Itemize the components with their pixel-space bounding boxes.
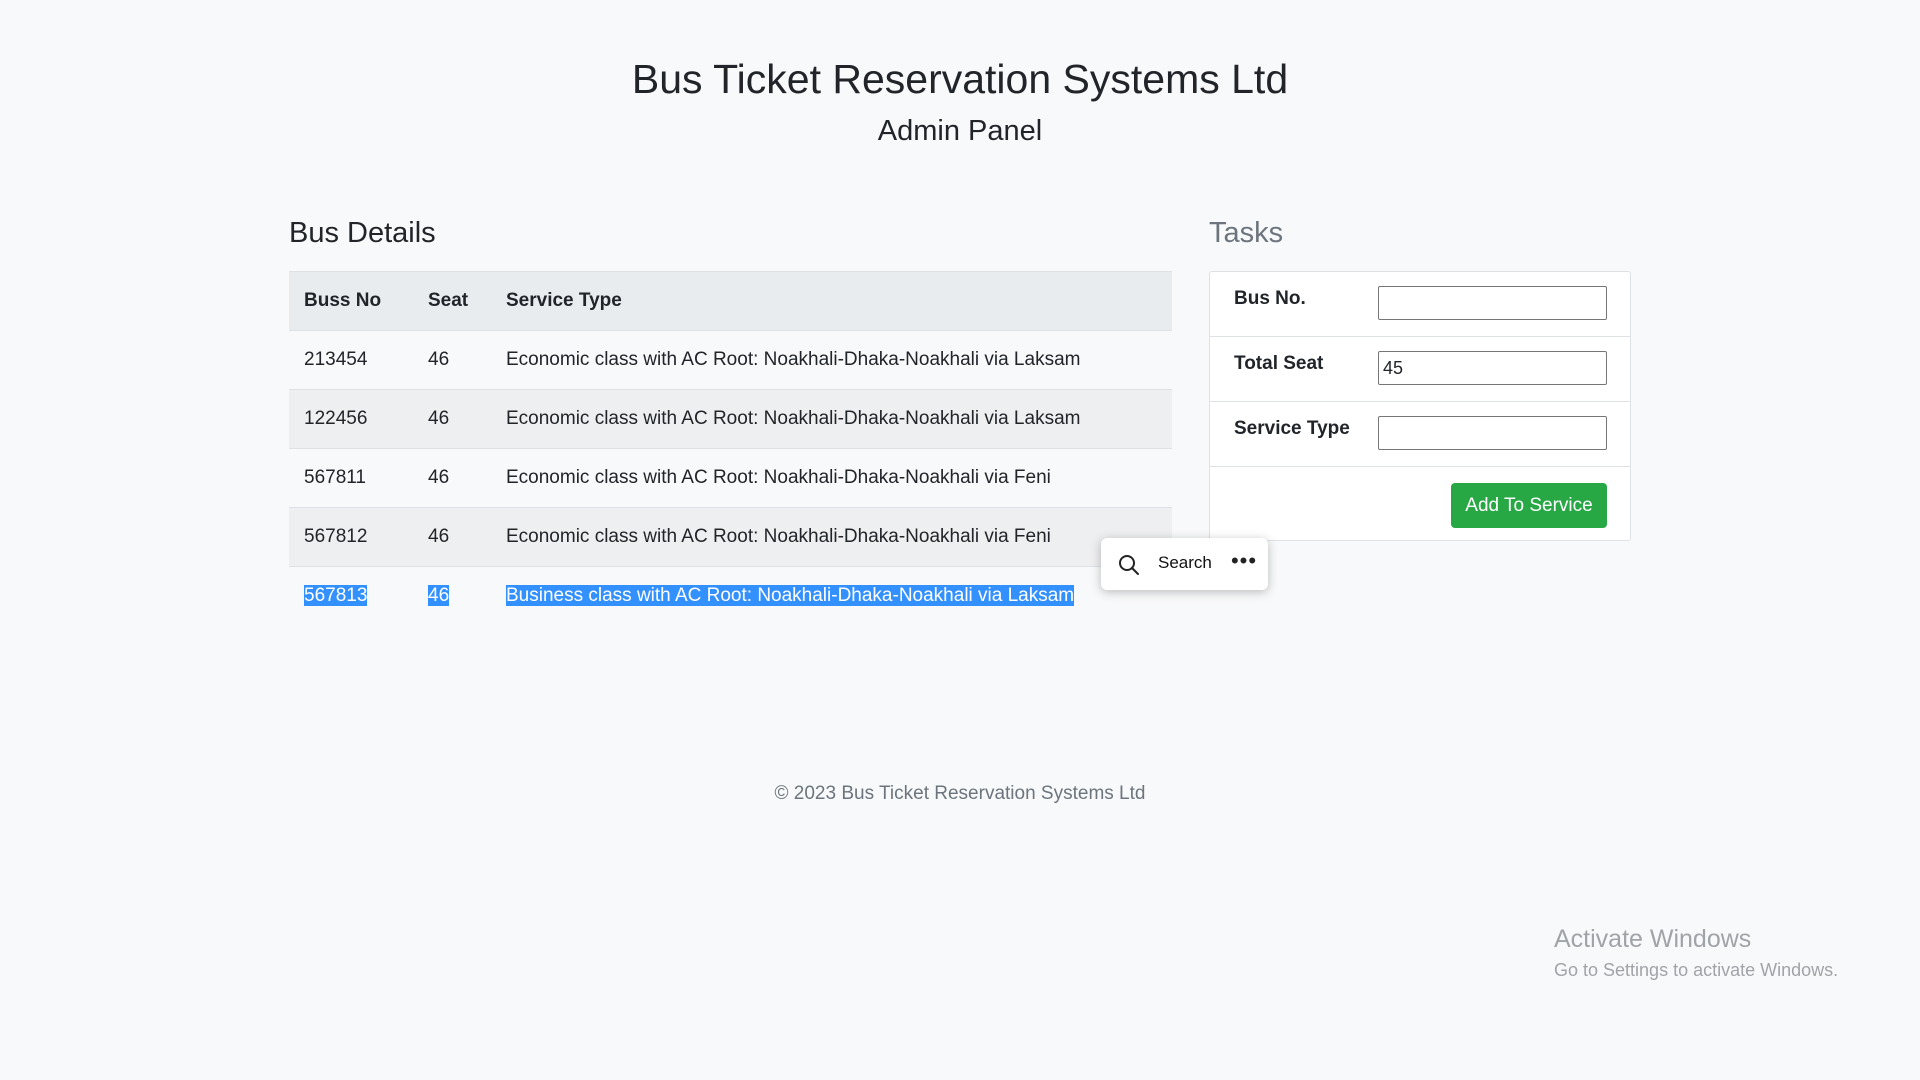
total-seat-input[interactable]: [1378, 351, 1607, 385]
cell-service-type: Economic class with AC Root: Noakhali-Dh…: [491, 448, 1172, 508]
cell-bus-no: 122456: [289, 389, 413, 449]
bus-no-input[interactable]: [1378, 286, 1607, 320]
table-row[interactable]: 213454 46 Economic class with AC Root: N…: [289, 330, 1172, 390]
cell-service-type: Economic class with AC Root: Noakhali-Dh…: [491, 330, 1172, 390]
watermark-title: Activate Windows: [1554, 925, 1752, 953]
cell-service-type: Economic class with AC Root: Noakhali-Dh…: [491, 389, 1172, 449]
column-header-bus-no: Buss No: [289, 271, 413, 331]
add-to-service-button[interactable]: Add To Service: [1451, 483, 1607, 528]
table-row-selected[interactable]: 567813 46 Business class with AC Root: N…: [289, 567, 1172, 626]
watermark-subtitle: Go to Settings to activate Windows.: [1554, 960, 1839, 980]
cell-seat: 46: [413, 448, 491, 508]
service-type-label: Service Type: [1234, 418, 1350, 439]
cell-seat: 46: [413, 507, 491, 567]
total-seat-label: Total Seat: [1234, 353, 1324, 374]
table-header-row: Buss No Seat Service Type: [289, 271, 1172, 331]
selected-text: 567813: [304, 585, 368, 606]
tasks-heading: Tasks: [1209, 217, 1284, 249]
selection-context-popup: Search •••: [1101, 538, 1268, 590]
bus-details-heading: Bus Details: [289, 217, 436, 249]
table-row[interactable]: 567811 46 Economic class with AC Root: N…: [289, 448, 1172, 508]
column-header-service-type: Service Type: [491, 271, 1172, 331]
page: Bus Ticket Reservation Systems Ltd Admin…: [0, 0, 1920, 1080]
search-button-label[interactable]: Search: [1158, 553, 1212, 573]
windows-activation-watermark: Activate Windows Go to Settings to activ…: [1554, 925, 1838, 981]
cell-service-type: Economic class with AC Root: Noakhali-Dh…: [491, 507, 1172, 567]
cell-seat: 46: [413, 389, 491, 449]
footer-copyright: © 2023 Bus Ticket Reservation Systems Lt…: [774, 783, 1146, 804]
selected-text: Business class with AC Root: Noakhali-Dh…: [506, 585, 1075, 606]
cell-bus-no: 567813: [289, 567, 413, 626]
table-row[interactable]: 122456 46 Economic class with AC Root: N…: [289, 389, 1172, 449]
form-row-bus-no: Bus No.: [1210, 272, 1630, 337]
form-row-total-seat: Total Seat: [1210, 337, 1630, 402]
site-title: Bus Ticket Reservation Systems Ltd: [631, 56, 1289, 102]
cell-bus-no: 567812: [289, 507, 413, 567]
more-horizontal-icon[interactable]: •••: [1230, 547, 1258, 579]
cell-bus-no: 567811: [289, 448, 413, 508]
page-subtitle: Admin Panel: [877, 115, 1043, 147]
column-header-seat: Seat: [413, 271, 491, 331]
cell-service-type: Business class with AC Root: Noakhali-Dh…: [491, 567, 1172, 626]
cell-bus-no: 213454: [289, 330, 413, 390]
selected-text: 46: [428, 585, 450, 606]
service-type-input[interactable]: [1378, 416, 1607, 450]
form-row-service-type: Service Type: [1210, 402, 1630, 467]
search-icon[interactable]: [1117, 553, 1141, 577]
bus-no-label: Bus No.: [1234, 288, 1306, 309]
bus-details-table: Buss No Seat Service Type 213454 46 Econ…: [289, 271, 1172, 625]
table-row[interactable]: 567812 46 Economic class with AC Root: N…: [289, 507, 1172, 567]
cell-seat: 46: [413, 567, 491, 626]
cell-seat: 46: [413, 330, 491, 390]
